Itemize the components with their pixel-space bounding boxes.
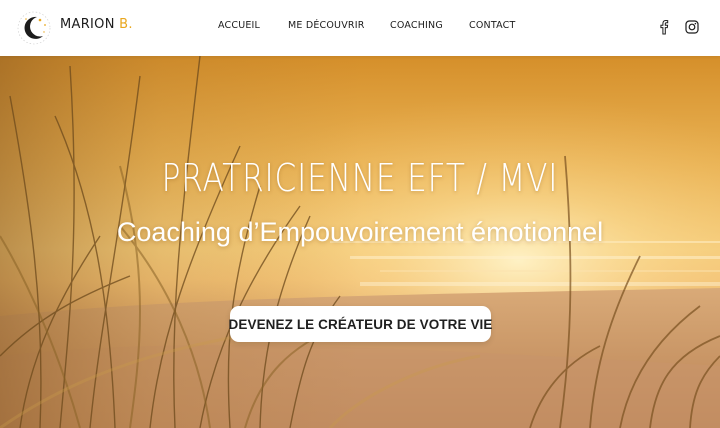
facebook-icon[interactable] <box>656 19 672 35</box>
brand-initial: B. <box>119 17 133 32</box>
instagram-icon[interactable] <box>684 19 700 35</box>
nav-item-accueil[interactable]: ACCUEIL <box>218 20 260 31</box>
brand-name-text: MARION <box>60 17 115 32</box>
site-header: MARION B. ACCUEIL ME DÉCOUVRIR COACHING … <box>0 0 720 56</box>
cta-button[interactable]: DEVENEZ LE CRÉATEUR DE VOTRE VIE <box>229 306 492 342</box>
moon-logo-icon[interactable] <box>16 10 52 46</box>
hero-section: PRATRICIENNE EFT / MVI Coaching d’Empouv… <box>0 56 720 428</box>
brand-name[interactable]: MARION B. <box>60 17 133 32</box>
hero-subtitle: Coaching d’Empouvoirement émotionnel <box>116 217 604 247</box>
nav-item-contact[interactable]: CONTACT <box>469 20 515 31</box>
hero-title: PRATRICIENNE EFT / MVI <box>161 156 559 200</box>
nav-item-coaching[interactable]: COACHING <box>390 20 443 31</box>
nav-item-me-decouvrir[interactable]: ME DÉCOUVRIR <box>288 20 365 31</box>
